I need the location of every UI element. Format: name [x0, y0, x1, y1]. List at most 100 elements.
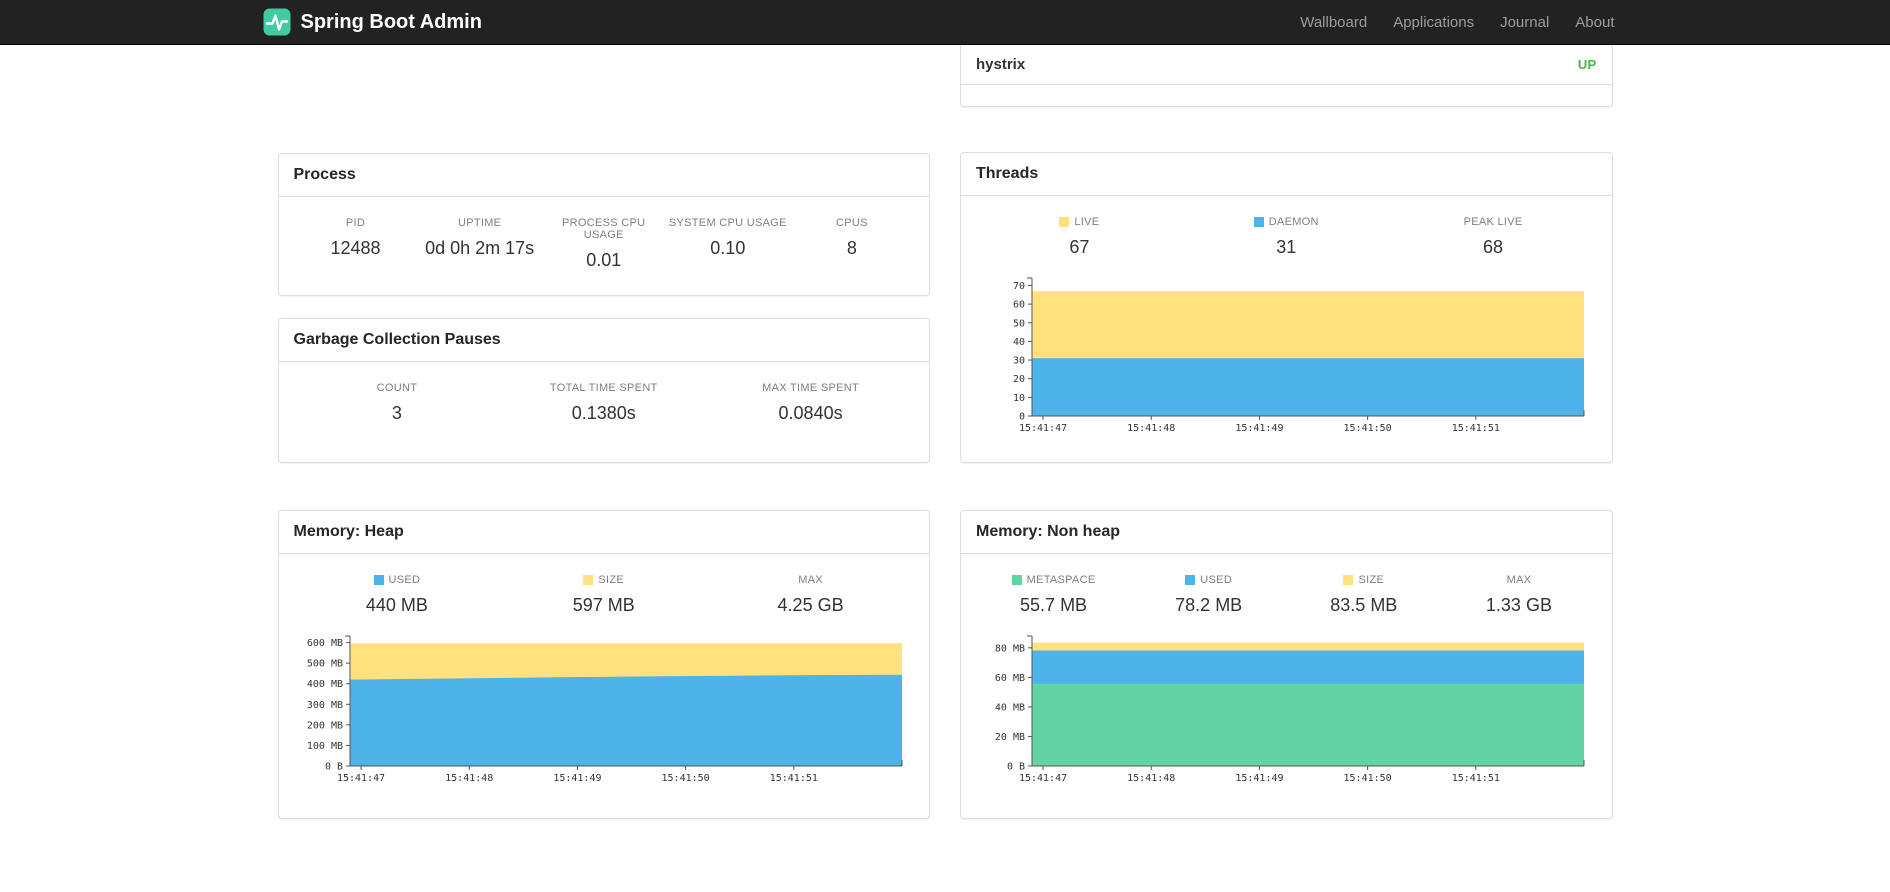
svg-text:30: 30 [1013, 356, 1025, 367]
svg-text:20: 20 [1013, 374, 1025, 385]
stat-pid-value: 12488 [330, 238, 381, 258]
stat-nonheap-size: SIZE 83.5 MB [1286, 574, 1441, 616]
stat-threads-live-value: 67 [1069, 237, 1090, 257]
stat-gc-total-time-value: 0.1380s [571, 403, 636, 423]
svg-text:60 MB: 60 MB [995, 673, 1025, 684]
memory-nonheap-panel: Memory: Non heap METASPACE 55.7 MB USED … [960, 510, 1613, 819]
svg-text:60: 60 [1013, 300, 1025, 311]
stat-gc-count-value: 3 [391, 403, 402, 423]
process-panel: Process PID 12488 UPTIME 0d 0h 2m 17s PR… [277, 153, 930, 296]
svg-text:15:41:48: 15:41:48 [445, 773, 493, 784]
svg-text:15:41:47: 15:41:47 [1019, 423, 1067, 434]
stat-heap-max: MAX 4.25 GB [707, 574, 914, 616]
gc-stats: COUNT 3 TOTAL TIME SPENT 0.1380s MAX TIM… [294, 380, 915, 430]
threads-panel: Threads LIVE 67 DAEMON 31 PEAK LIVE 68 0… [960, 152, 1613, 463]
brand[interactable]: Spring Boot Admin [263, 8, 482, 36]
stat-cpus: CPUS 8 [790, 217, 914, 271]
memory-nonheap-chart: 0 B 20 MB 40 MB 60 MB 80 MB 15:41:47 15:41:48 1… [976, 632, 1597, 791]
navbar: Spring Boot Admin Wallboard Applications… [0, 0, 1890, 45]
threads-panel-title: Threads [961, 153, 1612, 196]
stat-threads-peak-value: 68 [1483, 237, 1504, 257]
stat-process-cpu-value: 0.01 [586, 250, 622, 270]
svg-text:600 MB: 600 MB [306, 638, 342, 649]
svg-text:300 MB: 300 MB [306, 700, 342, 711]
nav-links: Wallboard Applications Journal About [1287, 14, 1627, 31]
left-column: Process PID 12488 UPTIME 0d 0h 2m 17s PR… [263, 45, 946, 819]
gc-panel-title: Garbage Collection Pauses [278, 319, 929, 362]
stat-gc-max-time: MAX TIME SPENT 0.0840s [707, 382, 914, 424]
metaspace-swatch [1011, 575, 1022, 585]
svg-text:15:41:50: 15:41:50 [1344, 423, 1392, 434]
main-content: Process PID 12488 UPTIME 0d 0h 2m 17s PR… [263, 45, 1628, 819]
memory-heap-panel: Memory: Heap USED 440 MB SIZE 597 MB MAX… [277, 510, 930, 819]
svg-text:20 MB: 20 MB [995, 732, 1025, 743]
svg-text:10: 10 [1013, 393, 1025, 404]
process-stats: PID 12488 UPTIME 0d 0h 2m 17s PROCESS CP… [294, 215, 915, 277]
stat-cpus-value: 8 [846, 238, 857, 258]
applications-panel: hystrix UP [960, 45, 1613, 107]
stat-uptime-value: 0d 0h 2m 17s [425, 238, 535, 258]
process-panel-title: Process [278, 154, 929, 197]
svg-text:0 B: 0 B [324, 762, 342, 773]
svg-text:15:41:51: 15:41:51 [1452, 423, 1500, 434]
nav-link-wallboard[interactable]: Wallboard [1287, 14, 1380, 31]
stat-gc-total-time: TOTAL TIME SPENT 0.1380s [500, 382, 707, 424]
stat-threads-live: LIVE 67 [976, 216, 1183, 258]
svg-text:0: 0 [1019, 412, 1025, 423]
stat-nonheap-used-value: 78.2 MB [1175, 595, 1243, 615]
stat-threads-daemon: DAEMON 31 [1183, 216, 1390, 258]
status-badge: UP [1577, 57, 1597, 72]
heap-size-swatch [583, 575, 594, 585]
stat-metaspace: METASPACE 55.7 MB [976, 574, 1131, 616]
stat-pid: PID 12488 [294, 217, 418, 271]
svg-text:15:41:49: 15:41:49 [1235, 773, 1283, 784]
svg-text:400 MB: 400 MB [306, 679, 342, 690]
threads-live-swatch [1059, 217, 1070, 227]
svg-text:15:41:48: 15:41:48 [1127, 773, 1175, 784]
stat-nonheap-max: MAX 1.33 GB [1441, 574, 1596, 616]
stat-heap-size: SIZE 597 MB [500, 574, 707, 616]
svg-text:50: 50 [1013, 318, 1025, 329]
application-row-hystrix[interactable]: hystrix UP [961, 45, 1612, 85]
memory-heap-chart: 0 B 100 MB 200 MB 300 MB 400 MB 500 MB 600 MB 1… [294, 632, 915, 791]
nonheap-size-swatch [1343, 575, 1354, 585]
spring-boot-admin-logo-icon [263, 8, 291, 36]
heap-legend: USED 440 MB SIZE 597 MB MAX 4.25 GB [294, 572, 915, 622]
right-column: hystrix UP Threads LIVE 67 DAEMON 31 PEA… [945, 45, 1628, 819]
application-name: hystrix [976, 56, 1026, 73]
stat-heap-max-value: 4.25 GB [777, 595, 844, 615]
svg-text:15:41:51: 15:41:51 [769, 773, 817, 784]
svg-text:200 MB: 200 MB [306, 720, 342, 731]
stat-threads-daemon-value: 31 [1276, 237, 1297, 257]
heap-used-swatch [373, 575, 384, 585]
stat-system-cpu-value: 0.10 [710, 238, 746, 258]
svg-text:15:41:50: 15:41:50 [1344, 773, 1392, 784]
svg-text:15:41:47: 15:41:47 [336, 773, 384, 784]
nav-link-about[interactable]: About [1562, 14, 1627, 31]
svg-text:80 MB: 80 MB [995, 643, 1025, 654]
stat-heap-used-value: 440 MB [365, 595, 428, 615]
svg-text:15:41:48: 15:41:48 [1127, 423, 1175, 434]
stat-nonheap-used: USED 78.2 MB [1131, 574, 1286, 616]
stat-nonheap-max-value: 1.33 GB [1485, 595, 1552, 615]
svg-text:70: 70 [1013, 281, 1025, 292]
nonheap-used-swatch [1185, 575, 1196, 585]
nav-link-applications[interactable]: Applications [1380, 14, 1487, 31]
brand-title: Spring Boot Admin [300, 10, 482, 33]
svg-text:15:41:49: 15:41:49 [553, 773, 601, 784]
stat-heap-used: USED 440 MB [294, 574, 501, 616]
threads-daemon-swatch [1253, 217, 1264, 227]
nonheap-legend: METASPACE 55.7 MB USED 78.2 MB SIZE 83.5… [976, 572, 1597, 622]
svg-text:15:41:50: 15:41:50 [661, 773, 709, 784]
stat-nonheap-size-value: 83.5 MB [1330, 595, 1398, 615]
nav-link-journal[interactable]: Journal [1487, 14, 1562, 31]
gc-panel: Garbage Collection Pauses COUNT 3 TOTAL … [277, 318, 930, 463]
svg-text:100 MB: 100 MB [306, 741, 342, 752]
stat-gc-count: COUNT 3 [294, 382, 501, 424]
stat-uptime: UPTIME 0d 0h 2m 17s [418, 217, 542, 271]
threads-legend: LIVE 67 DAEMON 31 PEAK LIVE 68 [976, 214, 1597, 264]
memory-nonheap-panel-title: Memory: Non heap [961, 511, 1612, 554]
svg-text:500 MB: 500 MB [306, 659, 342, 670]
threads-chart: 0 10 20 30 40 50 60 70 15:41:47 15:41:48 15:41:49 1… [976, 274, 1597, 441]
svg-text:40 MB: 40 MB [995, 702, 1025, 713]
